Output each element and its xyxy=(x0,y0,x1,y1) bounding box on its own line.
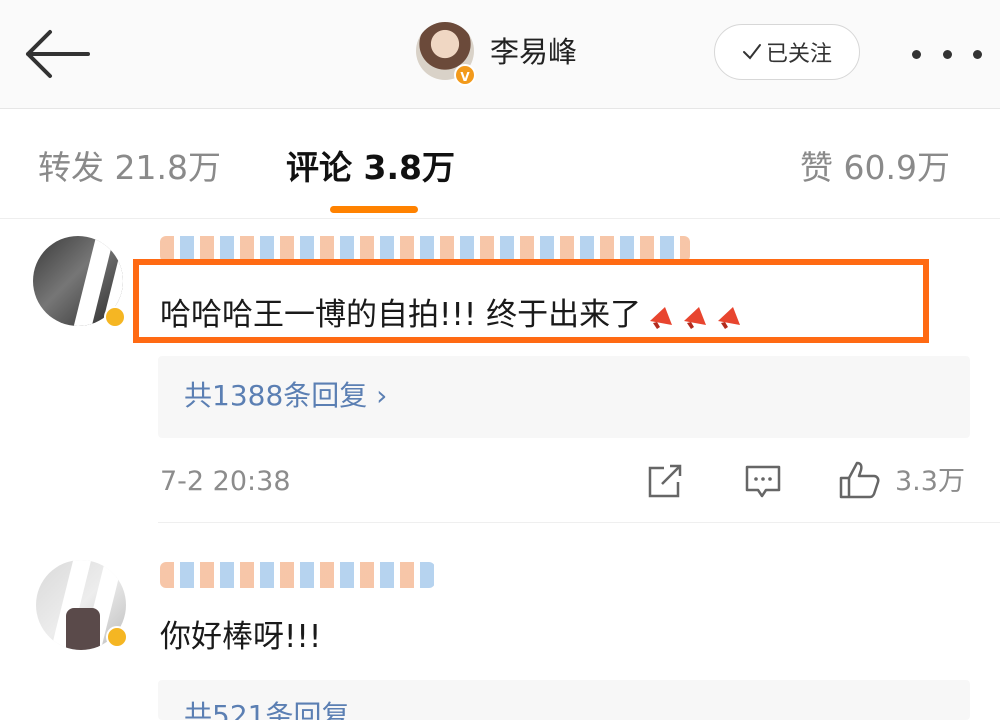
reply-summary-box[interactable]: 共521条回复 xyxy=(158,680,970,720)
more-options-icon[interactable] xyxy=(912,34,982,74)
comment-timestamp: 7-2 20:38 xyxy=(160,466,291,497)
comment-body: 哈哈哈王一博的自拍!!! 终于出来了 xyxy=(160,297,642,333)
tab-comments[interactable]: 评论 3.8万 xyxy=(286,138,455,198)
author-name[interactable]: 李易峰 xyxy=(490,30,577,74)
top-bar: V 李易峰 已关注 xyxy=(0,0,1000,109)
tab-likes[interactable]: 赞 60.9万 xyxy=(800,138,950,198)
comment-separator xyxy=(158,522,1000,523)
like-icon[interactable] xyxy=(838,460,882,500)
reply-summary-link[interactable]: 共521条回复 xyxy=(184,696,349,720)
megaphone-icon xyxy=(650,306,673,329)
active-tab-indicator xyxy=(330,206,418,213)
megaphone-icon xyxy=(684,306,707,329)
megaphone-icon xyxy=(718,306,741,329)
member-badge-icon xyxy=(104,306,126,328)
check-icon xyxy=(742,44,761,60)
follow-label: 已关注 xyxy=(765,42,832,67)
tab-reposts[interactable]: 转发 21.8万 xyxy=(38,138,221,198)
like-count: 3.3万 xyxy=(895,466,965,497)
follow-button[interactable]: 已关注 xyxy=(714,24,860,80)
member-badge-icon xyxy=(106,626,128,648)
back-arrow-icon[interactable] xyxy=(22,28,92,80)
comment-body: 你好棒呀!!! xyxy=(160,619,322,655)
share-icon[interactable] xyxy=(646,464,684,500)
reply-summary-link[interactable]: 共1388条回复 › xyxy=(184,376,387,416)
comment-icon[interactable] xyxy=(744,464,782,500)
tab-divider xyxy=(0,218,1000,219)
verified-badge-icon: V xyxy=(454,64,476,86)
reply-summary-box[interactable]: 共1388条回复 › xyxy=(158,356,970,438)
comment-text: 哈哈哈王一博的自拍!!! 终于出来了 xyxy=(160,292,743,338)
commenter-name-redacted xyxy=(160,562,435,588)
